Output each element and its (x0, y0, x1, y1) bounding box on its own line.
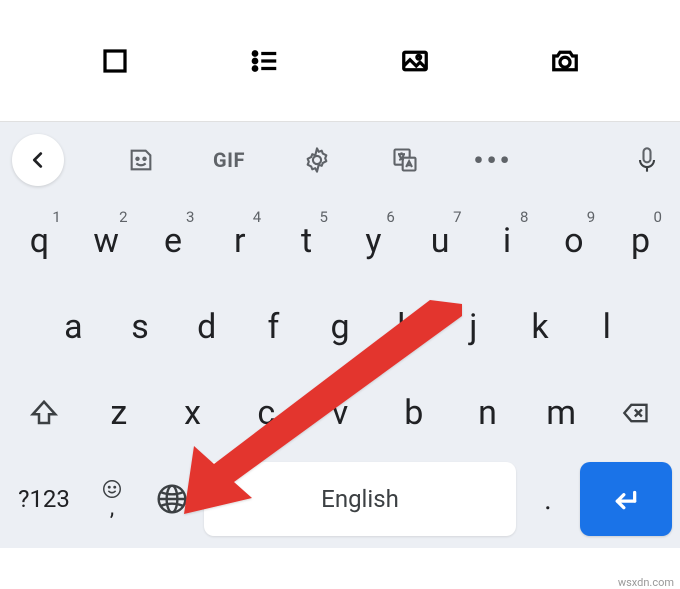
shift-key[interactable] (8, 376, 80, 450)
suggestion-icons: GIF ••• (120, 139, 514, 181)
emoji-key[interactable]: , (84, 462, 140, 536)
enter-key[interactable] (580, 462, 672, 536)
translate-icon[interactable] (384, 139, 426, 181)
key-row-1: 1q2w3e4r5t6y7u8i9o0p (6, 204, 674, 278)
language-switch-key[interactable] (144, 462, 200, 536)
key-y[interactable]: 6y (342, 204, 405, 278)
key-row-3: zxcvbnm (6, 376, 674, 450)
mic-icon[interactable] (626, 139, 668, 181)
image-icon[interactable] (395, 41, 435, 81)
key-e[interactable]: 3e (142, 204, 205, 278)
globe-icon (156, 483, 188, 515)
key-o[interactable]: 9o (542, 204, 605, 278)
period-key[interactable]: . (520, 462, 576, 536)
backspace-icon (619, 399, 653, 427)
key-row-bottom: ?123 , English . (6, 462, 674, 536)
key-n[interactable]: n (453, 376, 523, 450)
keyboard-suggestion-row: GIF ••• (0, 122, 680, 198)
key-j[interactable]: j (442, 290, 505, 364)
key-c[interactable]: c (231, 376, 301, 450)
shift-icon (29, 398, 59, 428)
key-u[interactable]: 7u (409, 204, 472, 278)
list-icon[interactable] (245, 41, 285, 81)
key-z[interactable]: z (84, 376, 154, 450)
key-row-2: asdfghjkl (6, 290, 674, 364)
more-icon[interactable]: ••• (472, 139, 514, 181)
watermark: wsxdn.com (618, 576, 674, 589)
keyboard: 1q2w3e4r5t6y7u8i9o0p asdfghjkl zxcvbnm ?… (0, 198, 680, 548)
key-x[interactable]: x (158, 376, 228, 450)
key-a[interactable]: a (42, 290, 105, 364)
key-v[interactable]: v (305, 376, 375, 450)
app-toolbar (0, 0, 680, 122)
settings-icon[interactable] (296, 139, 338, 181)
key-w[interactable]: 2w (75, 204, 138, 278)
key-m[interactable]: m (526, 376, 596, 450)
key-p[interactable]: 0p (609, 204, 672, 278)
key-t[interactable]: 5t (275, 204, 338, 278)
key-k[interactable]: k (509, 290, 572, 364)
back-button[interactable] (12, 134, 64, 186)
enter-icon (609, 486, 643, 512)
key-r[interactable]: 4r (208, 204, 271, 278)
spacebar[interactable]: English (204, 462, 516, 536)
key-f[interactable]: f (242, 290, 305, 364)
key-h[interactable]: h (375, 290, 438, 364)
key-b[interactable]: b (379, 376, 449, 450)
comma-label: , (110, 496, 114, 521)
square-icon[interactable] (95, 41, 135, 81)
key-s[interactable]: s (109, 290, 172, 364)
chevron-left-icon (27, 149, 49, 171)
key-l[interactable]: l (575, 290, 638, 364)
symbols-key[interactable]: ?123 (8, 462, 80, 536)
sticker-icon[interactable] (120, 139, 162, 181)
key-i[interactable]: 8i (476, 204, 539, 278)
key-g[interactable]: g (309, 290, 372, 364)
backspace-key[interactable] (600, 376, 672, 450)
camera-icon[interactable] (545, 41, 585, 81)
gif-button[interactable]: GIF (208, 139, 250, 181)
key-q[interactable]: 1q (8, 204, 71, 278)
key-d[interactable]: d (175, 290, 238, 364)
